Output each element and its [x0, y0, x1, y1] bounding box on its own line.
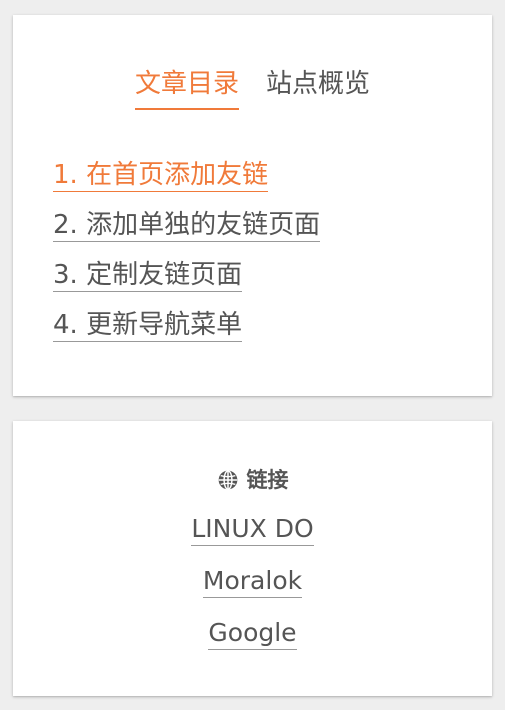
toc-link-1[interactable]: 1. 在首页添加友链	[53, 159, 269, 192]
toc-item: 4. 更新导航菜单	[53, 309, 320, 359]
tab-toc[interactable]: 文章目录	[134, 69, 239, 110]
links-panel: 链接 LINUX DO Moralok Google	[13, 421, 492, 696]
toc-item: 2. 添加单独的友链页面	[53, 209, 321, 259]
toc-item: 1. 在首页添加友链	[53, 159, 320, 209]
list-item: LINUX DO	[13, 513, 492, 565]
links-list: LINUX DO Moralok Google	[13, 513, 492, 669]
friend-link-google[interactable]: Google	[208, 617, 297, 650]
links-header: 链接	[13, 467, 492, 493]
friend-link-linux-do[interactable]: LINUX DO	[191, 513, 314, 546]
toc-item: 3. 定制友链页面	[53, 259, 320, 309]
toc-link-4[interactable]: 4. 更新导航菜单	[53, 309, 243, 342]
toc-link-3[interactable]: 3. 定制友链页面	[53, 259, 243, 292]
globe-icon	[218, 470, 237, 490]
sidebar-tabs: 文章目录 站点概览	[13, 69, 492, 110]
tab-overview[interactable]: 站点概览	[266, 69, 370, 110]
list-item: Moralok	[13, 565, 492, 617]
friend-link-moralok[interactable]: Moralok	[202, 565, 303, 598]
toc-list: 1. 在首页添加友链 2. 添加单独的友链页面 3. 定制友链页面 4. 更新导…	[53, 159, 321, 359]
toc-panel: 文章目录 站点概览 1. 在首页添加友链 2. 添加单独的友链页面 3. 定制友…	[13, 15, 492, 396]
links-title: 链接	[246, 468, 289, 492]
list-item: Google	[13, 617, 492, 669]
toc-link-2[interactable]: 2. 添加单独的友链页面	[53, 209, 321, 242]
